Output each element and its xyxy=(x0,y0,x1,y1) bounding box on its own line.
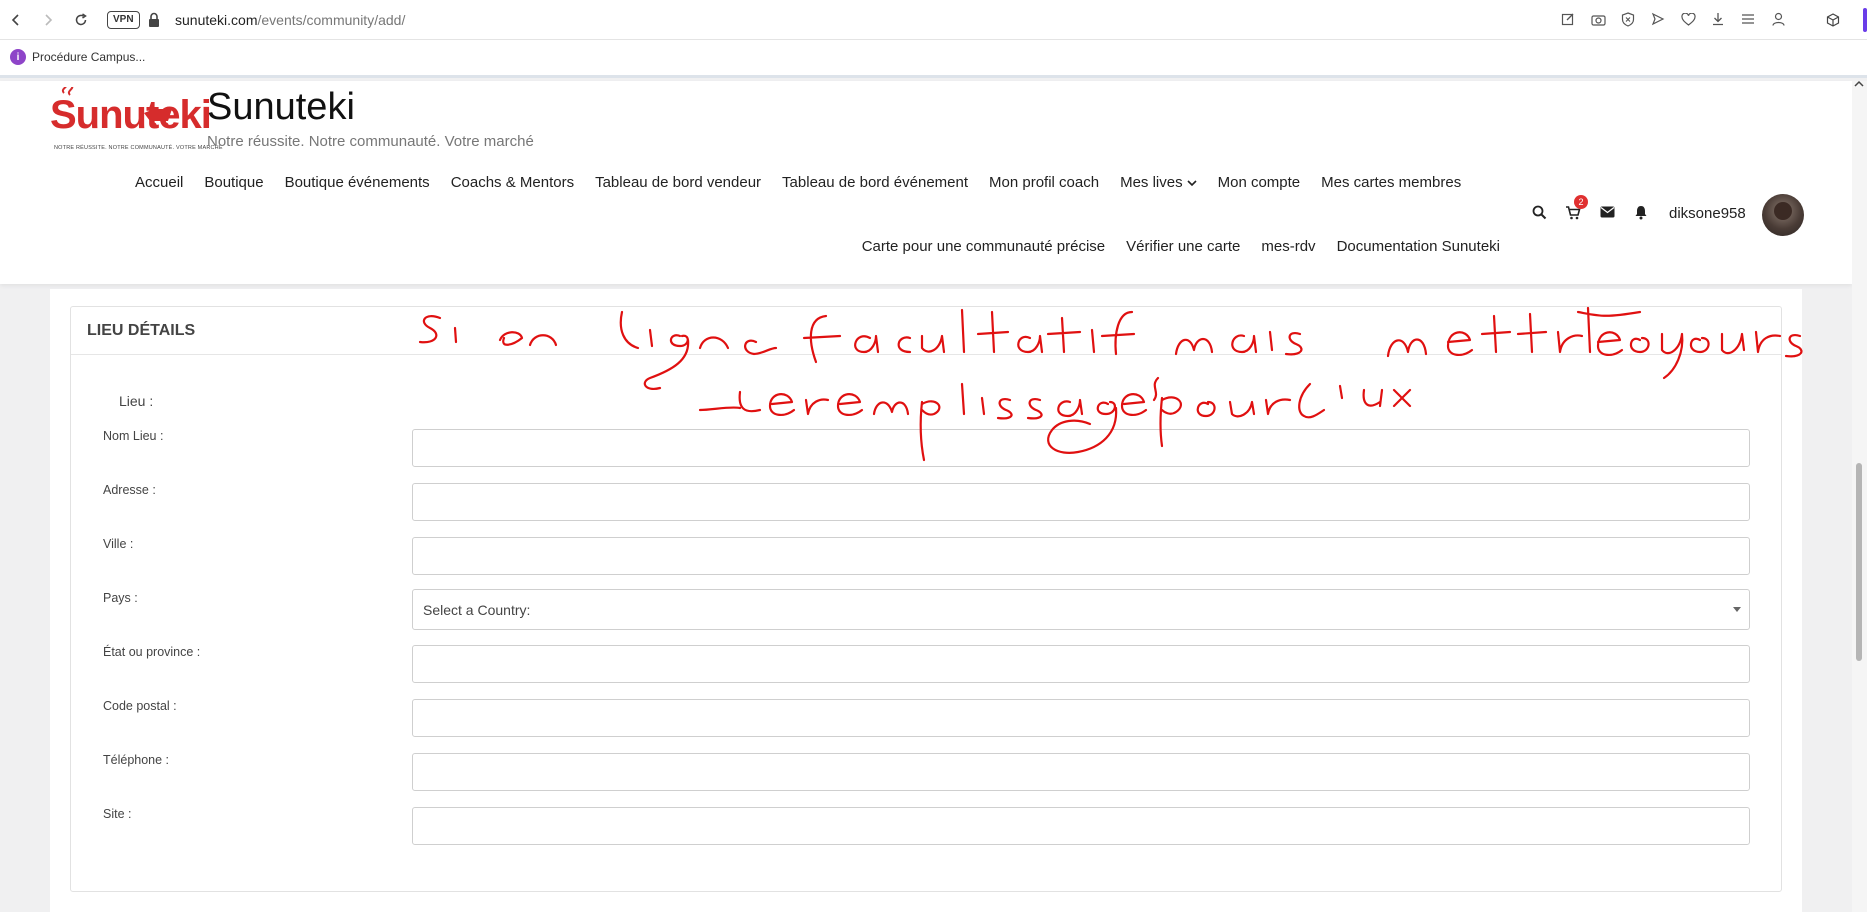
menu-mes-rdv[interactable]: mes-rdv xyxy=(1261,238,1315,255)
scroll-up-icon[interactable] xyxy=(1854,80,1864,91)
ville-label: Ville : xyxy=(103,537,134,551)
site-input[interactable] xyxy=(412,807,1750,845)
nom-lieu-input[interactable] xyxy=(412,429,1750,467)
adresse-input[interactable] xyxy=(412,483,1750,521)
menu-cartes-membres[interactable]: Mes cartes membres xyxy=(1321,174,1461,191)
lieu-section-label: Lieu : xyxy=(119,393,154,409)
bookmarks-bar: i Procédure Campus... xyxy=(0,40,1867,78)
menu-profil-coach[interactable]: Mon profil coach xyxy=(989,174,1099,191)
etat-province-input[interactable] xyxy=(412,645,1750,683)
bookmark-label: Procédure Campus... xyxy=(32,50,146,64)
logo-tagline: NOTRE RÉUSSITE. NOTRE COMMUNAUTÉ. VOTRE … xyxy=(54,145,223,151)
profile-icon[interactable] xyxy=(1769,10,1787,28)
site-tagline: Notre réussite. Notre communauté. Votre … xyxy=(207,133,534,150)
edit-icon[interactable] xyxy=(1559,10,1577,28)
dropdown-arrow-icon xyxy=(1733,607,1741,612)
pays-select-value: Select a Country: xyxy=(423,601,531,618)
forward-icon[interactable] xyxy=(38,10,58,30)
vpn-badge[interactable]: VPN xyxy=(107,11,140,29)
extension-cube-icon[interactable] xyxy=(1821,8,1845,32)
adresse-label: Adresse : xyxy=(103,483,156,497)
site-logo[interactable]: Sunuteki NOTRE RÉUSSITE. NOTRE COMMUNAUT… xyxy=(50,87,223,157)
menu-accueil[interactable]: Accueil xyxy=(135,174,183,191)
url-host: sunuteki.com xyxy=(175,12,258,28)
menu-verifier-carte[interactable]: Vérifier une carte xyxy=(1126,238,1240,255)
shield-icon[interactable] xyxy=(1619,10,1637,28)
info-icon: i xyxy=(10,49,26,65)
site-title[interactable]: Sunuteki xyxy=(207,86,355,129)
logo-wordmark: Sunuteki xyxy=(50,93,212,137)
menu-carte-communaute[interactable]: Carte pour une communauté précise xyxy=(862,238,1105,255)
menu-tableau-bord-vendeur[interactable]: Tableau de bord vendeur xyxy=(595,174,761,191)
camera-icon[interactable] xyxy=(1589,10,1607,28)
menu-boutique[interactable]: Boutique xyxy=(204,174,263,191)
cart-icon[interactable]: 2 xyxy=(1564,195,1588,221)
download-icon[interactable] xyxy=(1709,10,1727,28)
pays-label: Pays : xyxy=(103,591,138,605)
url-path: /events/community/add/ xyxy=(257,12,406,28)
search-icon[interactable] xyxy=(1530,203,1548,221)
panel-header: LIEU DÉTAILS xyxy=(71,307,1781,355)
site-label: Site : xyxy=(103,807,132,821)
site-header: Sunuteki NOTRE RÉUSSITE. NOTRE COMMUNAUT… xyxy=(0,81,1852,284)
menu-boutique-evenements[interactable]: Boutique événements xyxy=(285,174,430,191)
pays-select[interactable]: Select a Country: xyxy=(412,589,1750,630)
code-postal-label: Code postal : xyxy=(103,699,177,713)
lock-icon[interactable] xyxy=(148,12,160,28)
nom-lieu-label: Nom Lieu : xyxy=(103,429,164,443)
telephone-label: Téléphone : xyxy=(103,753,170,767)
menu-mes-lives[interactable]: Mes lives xyxy=(1120,174,1197,191)
menu-coachs-mentors[interactable]: Coachs & Mentors xyxy=(451,174,574,191)
back-icon[interactable] xyxy=(6,10,26,30)
telephone-input[interactable] xyxy=(412,753,1750,791)
send-icon[interactable] xyxy=(1649,10,1667,28)
address-bar[interactable]: sunuteki.com/events/community/add/ xyxy=(175,12,405,28)
main-menu: Accueil Boutique Boutique événements Coa… xyxy=(135,174,1461,191)
panel-title: LIEU DÉTAILS xyxy=(87,322,196,339)
sidebar-accent-bar xyxy=(1863,8,1867,32)
etat-province-label: État ou province : xyxy=(103,645,201,659)
chevron-down-icon xyxy=(1187,179,1197,186)
menu-documentation[interactable]: Documentation Sunuteki xyxy=(1337,238,1500,255)
page-scrollbar-thumb[interactable] xyxy=(1856,463,1862,661)
ville-input[interactable] xyxy=(412,537,1750,575)
menu-lines-icon[interactable] xyxy=(1739,10,1757,28)
bell-icon[interactable] xyxy=(1632,203,1650,221)
username-link[interactable]: diksone958 xyxy=(1669,205,1746,222)
browser-toolbar: VPN sunuteki.com/events/community/add/ xyxy=(0,0,1867,40)
bookmark-procedure-campus[interactable]: i Procédure Campus... xyxy=(10,49,145,65)
menu-mes-lives-label: Mes lives xyxy=(1120,174,1183,191)
cart-count-badge: 2 xyxy=(1574,195,1588,209)
lieu-details-panel: LIEU DÉTAILS Lieu : Nom Lieu : Adresse :… xyxy=(70,306,1782,892)
menu-mon-compte[interactable]: Mon compte xyxy=(1218,174,1301,191)
reload-icon[interactable] xyxy=(71,10,91,30)
menu-tableau-bord-evenement[interactable]: Tableau de bord événement xyxy=(782,174,968,191)
avatar[interactable] xyxy=(1762,194,1804,236)
mail-icon[interactable] xyxy=(1598,203,1616,221)
code-postal-input[interactable] xyxy=(412,699,1750,737)
heart-icon[interactable] xyxy=(1679,10,1697,28)
secondary-menu: Carte pour une communauté précise Vérifi… xyxy=(862,238,1500,255)
